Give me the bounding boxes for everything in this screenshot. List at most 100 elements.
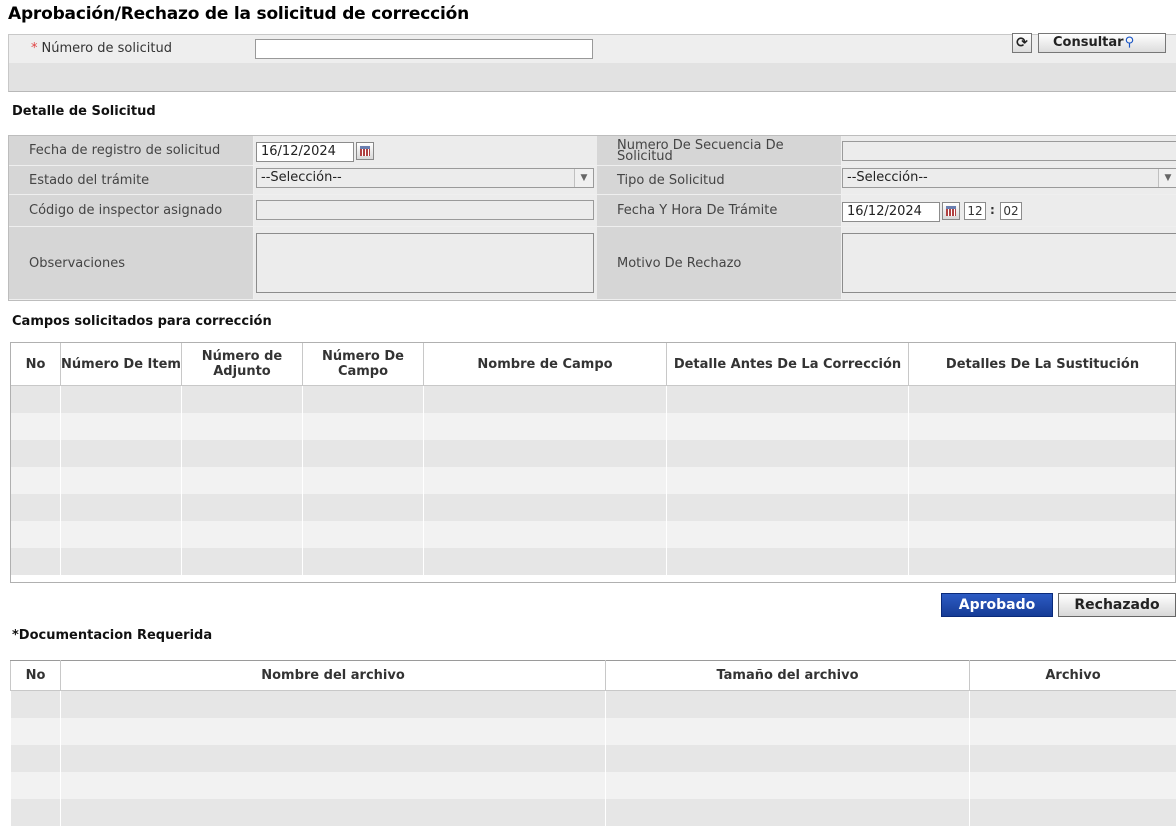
numero-solicitud-input[interactable] bbox=[255, 39, 593, 59]
magnifier-icon: ⚲ bbox=[1124, 35, 1135, 50]
numero-secuencia-input bbox=[842, 141, 1176, 161]
table-cell bbox=[605, 690, 970, 718]
table-cell bbox=[10, 772, 61, 799]
table-cell bbox=[666, 385, 909, 413]
motivo-rechazo-textarea[interactable] bbox=[842, 233, 1176, 293]
refresh-icon: ⟳ bbox=[1016, 35, 1028, 51]
table-cell bbox=[10, 413, 61, 440]
aprobado-button[interactable]: Aprobado bbox=[941, 593, 1053, 617]
table-cell bbox=[969, 772, 1176, 799]
estado-tramite-select[interactable]: --Selección-- ▼ bbox=[256, 168, 594, 188]
table-cell bbox=[10, 521, 61, 548]
campos-col-detalles-sustitucion[interactable]: Detalles De La Sustitución bbox=[908, 342, 1176, 386]
observaciones-cell bbox=[253, 227, 597, 300]
fecha-tramite-input[interactable]: 16/12/2024 bbox=[842, 202, 940, 222]
table-cell bbox=[302, 385, 424, 413]
tipo-solicitud-value: --Selección-- bbox=[847, 170, 928, 185]
fecha-hora-tramite-cell: 16/12/2024 12 : 02 bbox=[841, 195, 1176, 227]
table-cell bbox=[10, 494, 61, 521]
table-cell bbox=[10, 548, 61, 575]
doc-col-archivo[interactable]: Archivo bbox=[969, 660, 1176, 691]
table-cell bbox=[302, 467, 424, 494]
table-cell bbox=[302, 548, 424, 575]
table-cell bbox=[666, 494, 909, 521]
chevron-down-icon: ▼ bbox=[1158, 169, 1176, 187]
doc-col-nombre-archivo[interactable]: Nombre del archivo bbox=[60, 660, 606, 691]
table-cell bbox=[666, 413, 909, 440]
campos-table-row[interactable] bbox=[10, 494, 1176, 521]
table-cell bbox=[423, 467, 667, 494]
time-separator: : bbox=[990, 203, 995, 217]
table-cell bbox=[60, 690, 606, 718]
tipo-solicitud-select[interactable]: --Selección-- ▼ bbox=[842, 168, 1176, 188]
documentacion-table-row[interactable] bbox=[10, 772, 1176, 799]
estado-tramite-cell: --Selección-- ▼ bbox=[253, 166, 597, 195]
search-panel: * Número de solicitud bbox=[8, 34, 1176, 92]
documentacion-table-row[interactable] bbox=[10, 799, 1176, 826]
table-cell bbox=[10, 440, 61, 467]
fecha-registro-input[interactable]: 16/12/2024 bbox=[256, 142, 354, 162]
table-cell bbox=[423, 440, 667, 467]
consultar-button[interactable]: Consultar⚲ bbox=[1038, 33, 1166, 53]
campos-col-numero-adjunto[interactable]: Número de Adjunto bbox=[181, 342, 303, 386]
table-cell bbox=[908, 494, 1176, 521]
campos-col-numero-item[interactable]: Número De Item bbox=[60, 342, 182, 386]
campos-table-row[interactable] bbox=[10, 385, 1176, 413]
table-cell bbox=[908, 548, 1176, 575]
required-mark: * bbox=[31, 41, 38, 56]
campos-header-row: No Número De Item Número de Adjunto Núme… bbox=[10, 342, 1176, 386]
table-cell bbox=[666, 548, 909, 575]
table-cell bbox=[60, 467, 182, 494]
search-button-row bbox=[8, 63, 1176, 92]
table-cell bbox=[181, 385, 303, 413]
consultar-label: Consultar bbox=[1053, 35, 1124, 50]
table-cell bbox=[60, 440, 182, 467]
table-cell bbox=[302, 413, 424, 440]
campos-table-row[interactable] bbox=[10, 413, 1176, 440]
campos-table-row[interactable] bbox=[10, 521, 1176, 548]
table-cell bbox=[181, 467, 303, 494]
documentacion-table-row[interactable] bbox=[10, 718, 1176, 745]
table-cell bbox=[969, 799, 1176, 826]
table-cell bbox=[969, 745, 1176, 772]
tipo-solicitud-label: Tipo de Solicitud bbox=[597, 166, 841, 195]
estado-tramite-label: Estado del trámite bbox=[9, 166, 253, 195]
table-cell bbox=[60, 413, 182, 440]
table-cell bbox=[302, 494, 424, 521]
campos-table-row[interactable] bbox=[10, 440, 1176, 467]
estado-tramite-value: --Selección-- bbox=[261, 170, 342, 185]
observaciones-textarea[interactable] bbox=[256, 233, 594, 293]
table-cell bbox=[969, 690, 1176, 718]
table-cell bbox=[60, 548, 182, 575]
calendar-icon[interactable] bbox=[942, 202, 960, 220]
documentacion-table-row[interactable] bbox=[10, 745, 1176, 772]
table-cell bbox=[605, 745, 970, 772]
campos-col-no[interactable]: No bbox=[10, 342, 61, 386]
search-row: * Número de solicitud bbox=[8, 34, 1176, 63]
fecha-registro-cell: 16/12/2024 bbox=[253, 136, 597, 166]
campos-col-detalle-antes[interactable]: Detalle Antes De La Corrección bbox=[666, 342, 909, 386]
doc-col-tamano-archivo[interactable]: Tamaño del archivo bbox=[605, 660, 970, 691]
table-cell bbox=[181, 521, 303, 548]
documentacion-table: No Nombre del archivo Tamaño del archivo… bbox=[10, 660, 1176, 826]
table-cell bbox=[423, 385, 667, 413]
table-cell bbox=[181, 494, 303, 521]
campos-table-row[interactable] bbox=[10, 467, 1176, 494]
table-cell bbox=[605, 718, 970, 745]
hour-input[interactable]: 12 bbox=[964, 202, 986, 220]
campos-table-row[interactable] bbox=[10, 548, 1176, 575]
campos-col-nombre-campo[interactable]: Nombre de Campo bbox=[423, 342, 667, 386]
table-cell bbox=[969, 718, 1176, 745]
calendar-icon[interactable] bbox=[356, 142, 374, 160]
table-cell bbox=[10, 799, 61, 826]
rechazado-button[interactable]: Rechazado bbox=[1058, 593, 1176, 617]
doc-col-no[interactable]: No bbox=[10, 660, 61, 691]
minute-input[interactable]: 02 bbox=[1000, 202, 1022, 220]
campos-section-title: Campos solicitados para corrección bbox=[12, 314, 272, 329]
detalle-panel: Fecha de registro de solicitud 16/12/202… bbox=[8, 135, 1176, 301]
table-cell bbox=[60, 385, 182, 413]
reset-button[interactable]: ⟳ bbox=[1012, 33, 1032, 53]
campos-col-numero-campo[interactable]: Número De Campo bbox=[302, 342, 424, 386]
documentacion-header-row: No Nombre del archivo Tamaño del archivo… bbox=[10, 660, 1176, 691]
documentacion-table-row[interactable] bbox=[10, 690, 1176, 718]
